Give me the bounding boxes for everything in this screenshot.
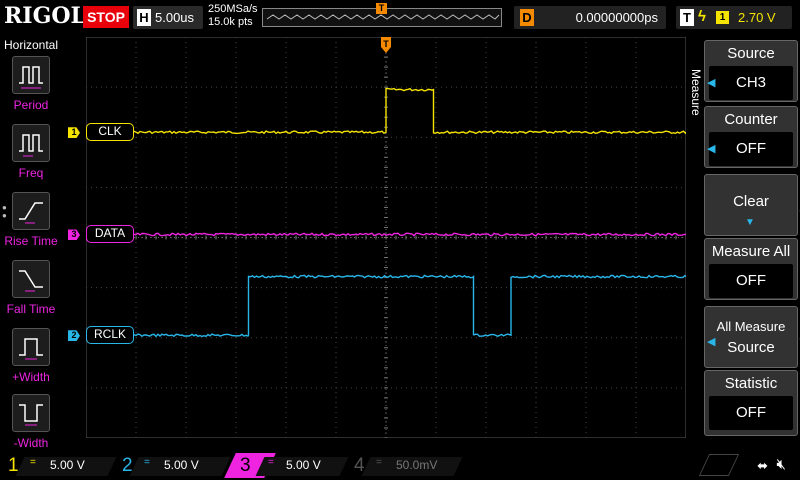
- timebase-indicator[interactable]: H 5.00us: [133, 6, 203, 29]
- period-label: Period: [13, 98, 49, 112]
- waveform-grid[interactable]: T: [86, 37, 686, 438]
- rise-time-label: Rise Time: [4, 234, 58, 248]
- clear-title: Clear: [733, 193, 769, 210]
- acquisition-info: 250MSa/s 15.0k pts: [208, 3, 258, 29]
- measure-all-title: Measure All: [711, 243, 791, 260]
- channel-2-label: RCLK: [86, 326, 134, 345]
- delay-value: 0.00000000ps: [575, 10, 658, 25]
- dc-coupling-icon: =: [30, 457, 36, 468]
- measure-freq-button[interactable]: Freq: [0, 124, 62, 190]
- channel-1-scale: 5.00 V: [50, 458, 85, 472]
- statistic-title: Statistic: [724, 375, 778, 392]
- status-icons-frame: [698, 454, 740, 476]
- trigger-delay-indicator[interactable]: D 0.00000000ps: [514, 6, 666, 29]
- dc-coupling-icon: =: [144, 457, 150, 468]
- all-measure-source-title-line2: Source: [727, 339, 775, 356]
- fall-time-icon: [12, 260, 50, 298]
- channel-4-status[interactable]: 4 = 50.0mV: [346, 453, 463, 478]
- waveform-display[interactable]: T: [86, 37, 686, 438]
- clear-button[interactable]: Clear ▼: [704, 174, 798, 236]
- fall-time-label: Fall Time: [6, 302, 56, 316]
- source-button[interactable]: Source ◀ CH3: [704, 40, 798, 102]
- channel-1-offset-marker[interactable]: 1: [68, 127, 80, 139]
- speaker-mute-icon[interactable]: 🔇︎: [777, 456, 786, 473]
- channel-3-number: 3: [240, 455, 251, 476]
- timebase-letter: H: [137, 9, 151, 26]
- measure-menu: Measure Source ◀ CH3 Counter ◀ OFF Clear…: [686, 36, 800, 450]
- counter-value-box: ◀ OFF: [707, 132, 793, 166]
- memory-trigger-marker: T: [376, 3, 387, 14]
- menu-page-dots: ● ●: [2, 203, 7, 220]
- trigger-level: 2.70 V: [738, 10, 776, 25]
- top-status-bar: RIGOL STOP H 5.00us 250MSa/s 15.0k pts T…: [0, 0, 800, 36]
- usb-icon: ⬌: [757, 458, 768, 473]
- dc-coupling-icon: =: [268, 457, 274, 468]
- timebase-value: 5.00us: [155, 10, 195, 25]
- channel-4-scale: 50.0mV: [396, 458, 438, 472]
- negative-width-label: -Width: [13, 436, 49, 450]
- memory-depth: 15.0k pts: [208, 16, 253, 28]
- measure-tab: Measure: [686, 36, 704, 450]
- freq-label: Freq: [18, 166, 44, 180]
- clear-down-arrow-icon: ▼: [745, 217, 755, 228]
- measure-rise-time-button[interactable]: Rise Time: [0, 192, 62, 258]
- measure-tab-label: Measure: [689, 69, 703, 116]
- source-value-box: ◀ CH3: [707, 66, 793, 100]
- measure-period-button[interactable]: Period: [0, 56, 62, 122]
- channel-1-status[interactable]: 1 = 5.00 V: [0, 453, 117, 478]
- counter-title: Counter: [724, 111, 778, 128]
- frequency-icon: [12, 124, 50, 162]
- statistic-button[interactable]: Statistic OFF: [704, 370, 798, 436]
- dc-coupling-icon: =: [376, 457, 382, 468]
- channel-3-label: DATA: [86, 225, 134, 244]
- counter-button[interactable]: Counter ◀ OFF: [704, 106, 798, 168]
- statistic-value-box: OFF: [709, 396, 793, 430]
- measure-positive-width-button[interactable]: +Width: [0, 328, 62, 394]
- measure-all-button[interactable]: Measure All OFF: [704, 238, 798, 300]
- counter-value: OFF: [736, 140, 766, 157]
- trigger-letter: T: [680, 9, 694, 26]
- measure-fall-time-button[interactable]: Fall Time: [0, 260, 62, 326]
- positive-width-label: +Width: [12, 370, 50, 384]
- select-arrow-icon: ◀: [707, 336, 716, 348]
- channel-3-scale: 5.00 V: [286, 458, 321, 472]
- brand-logo: RIGOL: [4, 3, 86, 29]
- rising-edge-icon: ϟ: [698, 8, 706, 25]
- trigger-source: 1: [716, 11, 729, 24]
- svg-text:T: T: [383, 39, 389, 49]
- negative-width-icon: [12, 394, 50, 432]
- source-title: Source: [727, 45, 775, 62]
- channel-2-status[interactable]: 2 = 5.00 V: [114, 453, 231, 478]
- channel-status-bar: 1 = 5.00 V 2 = 5.00 V 3 = 5.00 V 4 = 50.…: [0, 450, 800, 480]
- all-measure-source-title-line1: All Measure: [716, 319, 786, 334]
- positive-width-icon: [12, 328, 50, 366]
- sample-rate: 250MSa/s: [208, 3, 258, 15]
- period-icon: [12, 56, 50, 94]
- measure-all-value: OFF: [736, 272, 766, 289]
- channel-3-offset-marker[interactable]: 3: [68, 229, 80, 241]
- statistic-value: OFF: [736, 404, 766, 421]
- channel-3-status[interactable]: 3 = 5.00 V: [224, 453, 349, 478]
- rise-time-icon: [12, 192, 50, 230]
- run-stop-status[interactable]: STOP: [83, 6, 129, 28]
- menu-title: Horizontal: [3, 38, 59, 52]
- measure-all-value-box: OFF: [709, 264, 793, 298]
- channel-1-label: CLK: [86, 123, 134, 142]
- delay-letter: D: [520, 9, 534, 26]
- horizontal-measure-menu: Horizontal Period Freq Rise Time Fall Ti…: [0, 36, 62, 450]
- source-value: CH3: [735, 74, 766, 91]
- trigger-indicator[interactable]: T ϟ 1 2.70 V: [676, 6, 792, 29]
- channel-2-offset-marker[interactable]: 2: [68, 330, 80, 342]
- channel-2-scale: 5.00 V: [164, 458, 199, 472]
- all-measure-source-button[interactable]: All Measure Source ◀: [704, 306, 798, 368]
